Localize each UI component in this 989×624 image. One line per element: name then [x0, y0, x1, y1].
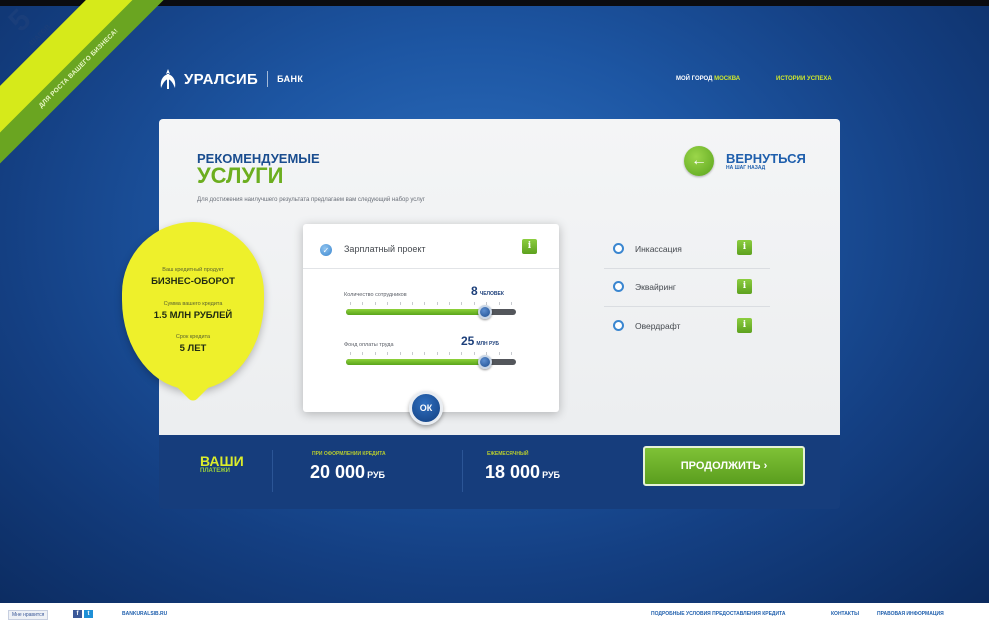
- footer-link-contacts[interactable]: КОНТАКТЫ: [831, 611, 859, 617]
- credit-term-label: Срок кредита: [175, 334, 211, 340]
- logo-divider: [267, 71, 269, 87]
- credit-product-value: БИЗНЕС-ОБОРОТ: [151, 276, 235, 287]
- back-button[interactable]: ← ВЕРНУТЬСЯ НА ШАГ НАЗАД: [684, 146, 806, 176]
- city-selector[interactable]: МОЙ ГОРОД МОСКВА: [676, 76, 740, 82]
- twitter-icon[interactable]: t: [84, 610, 93, 618]
- logo-text: УРАЛСИБ: [184, 70, 259, 88]
- credit-term-value: 5 ЛЕТ: [179, 343, 207, 354]
- info-icon[interactable]: i: [737, 240, 752, 255]
- promo-ribbon-number: 5: [2, 3, 38, 39]
- option-cash-collection[interactable]: Инкассация: [613, 243, 682, 254]
- salary-project-panel: [303, 224, 559, 412]
- site-link[interactable]: BANKURALSIB.RU: [122, 611, 167, 617]
- panel-divider: [303, 268, 559, 269]
- payments-divider: [462, 450, 463, 492]
- monthly-label: ЕЖЕМЕСЯЧНЫЙ: [487, 451, 529, 457]
- continue-button[interactable]: ПРОДОЛЖИТЬ ›: [643, 446, 805, 486]
- credit-amount-value: 1.5 МЛН РУБЛЕЙ: [153, 310, 233, 321]
- on-issue-label: ПРИ ОФОРМЛЕНИИ КРЕДИТА: [312, 451, 386, 457]
- radio-icon[interactable]: [613, 243, 624, 254]
- check-icon[interactable]: ✓: [320, 244, 332, 256]
- service-name: Зарплатный проект: [344, 244, 426, 254]
- info-icon[interactable]: i: [737, 318, 752, 333]
- radio-icon[interactable]: [613, 281, 624, 292]
- city-label: МОЙ ГОРОД: [676, 76, 713, 82]
- radio-icon[interactable]: [613, 320, 624, 331]
- facebook-like-button[interactable]: Мне нравится: [8, 610, 49, 620]
- page-title-line2: УСЛУГИ: [197, 163, 284, 188]
- credit-product-label: Ваш кредитный продукт: [162, 267, 224, 273]
- footer-link-terms[interactable]: ПОДРОБНЫЕ УСЛОВИЯ ПРЕДОСТАВЛЕНИЯ КРЕДИТА: [651, 611, 785, 617]
- option-acquiring[interactable]: Эквайринг: [613, 281, 676, 292]
- ok-button[interactable]: ОК: [409, 391, 443, 425]
- facebook-icon[interactable]: f: [73, 610, 82, 618]
- option-divider: [604, 306, 770, 307]
- footer: Мне нравится f t BANKURALSIB.RU ПОДРОБНЫ…: [0, 603, 989, 624]
- employees-label: Количество сотрудников: [344, 292, 407, 298]
- page-background: ДЛЯ РОСТА ВАШЕГО БИЗНЕСА! 5 ШАГОВ УРАЛСИ…: [0, 0, 989, 603]
- option-label: Эквайринг: [635, 281, 676, 292]
- bank-logo[interactable]: УРАЛСИБ БАНК: [158, 68, 303, 90]
- back-arrow-icon: ←: [684, 146, 714, 176]
- info-icon[interactable]: i: [522, 239, 537, 254]
- logo-emblem-icon: [160, 69, 176, 89]
- info-icon[interactable]: i: [737, 279, 752, 294]
- employees-slider-fill: [346, 309, 486, 315]
- back-button-label: ВЕРНУТЬСЯ: [726, 150, 806, 166]
- employees-value: 8 ЧЕЛОВЕК: [471, 284, 504, 298]
- payroll-value: 25 МЛН РУБ: [461, 334, 500, 348]
- payroll-slider-fill: [346, 359, 486, 365]
- option-label: Инкассация: [635, 243, 682, 254]
- logo-bank-text: БАНК: [277, 74, 304, 84]
- credit-amount-label: Сумма вашего кредита: [163, 301, 223, 307]
- footer-link-legal[interactable]: ПРАВОВАЯ ИНФОРМАЦИЯ: [877, 611, 944, 617]
- option-label: Овердрафт: [635, 320, 681, 331]
- monthly-value: 18 000 РУБ: [485, 462, 561, 482]
- option-divider: [604, 268, 770, 269]
- payments-subtitle: ПЛАТЕЖИ: [200, 468, 230, 474]
- success-stories-link[interactable]: ИСТОРИИ УСПЕХА: [776, 76, 832, 82]
- on-issue-value: 20 000 РУБ: [310, 462, 386, 482]
- payments-title: ВАШИ: [200, 453, 244, 469]
- payments-divider: [272, 450, 273, 492]
- page-subtitle: Для достижения наилучшего результата пре…: [197, 197, 425, 203]
- city-value: МОСКВА: [714, 76, 741, 82]
- option-overdraft[interactable]: Овердрафт: [613, 320, 680, 331]
- payroll-label: Фонд оплаты труда: [344, 342, 394, 348]
